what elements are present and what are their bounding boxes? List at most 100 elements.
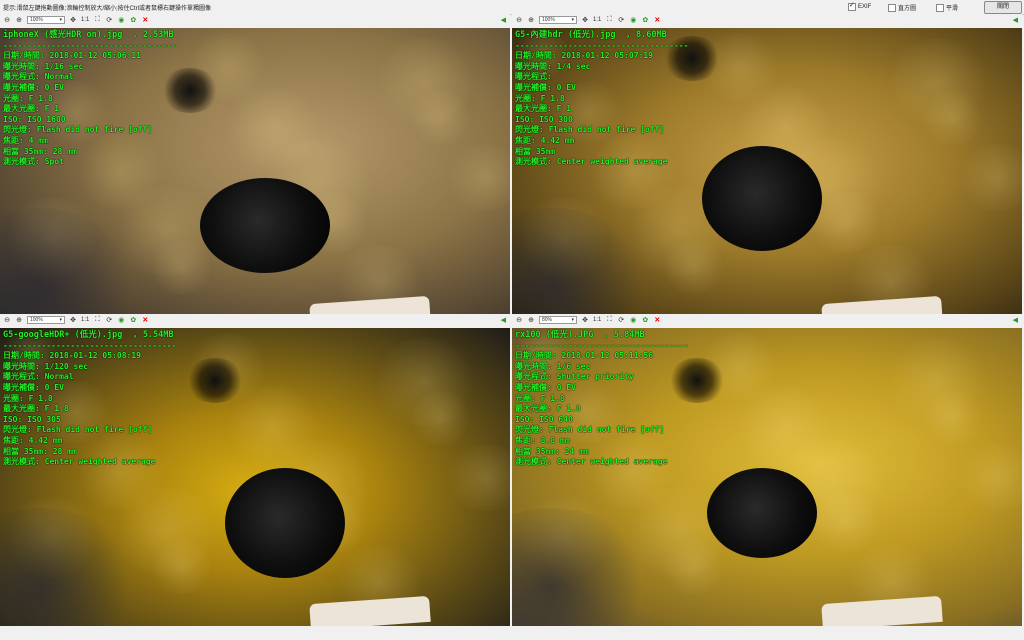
zoom-in-icon[interactable]: ⊕	[15, 16, 23, 24]
image-pane-top-right[interactable]: ⊖ ⊕ 100% ▾ ✥ 1:1 ⛶ ⟳ ◉ ✿ ✕ ◀ G5-內建hdr (低光).jpg , 8.6…	[512, 14, 1022, 326]
exif-line: 光圈: F 1.8	[3, 393, 53, 403]
exif-line: 曝光時間: 1/16 sec	[3, 61, 84, 71]
exif-filename: rx100 (低光).JPG , 5.84MB	[515, 330, 645, 340]
exif-line: ISO: ISO 640	[515, 414, 573, 424]
exif-line: 曝光補償: 0 EV	[3, 382, 64, 392]
exif-line: ISO: ISO 300	[515, 114, 573, 124]
image-pane-top-left[interactable]: ⊖ ⊕ 100% ▾ ✥ 1:1 ⛶ ⟳ ◉ ✿ ✕ ◀ iphoneX (感光HDR on).jpg …	[0, 14, 510, 326]
rotate-icon[interactable]: ⟳	[617, 316, 625, 324]
zoom-select[interactable]: 80% ▾	[539, 316, 577, 324]
exif-line: 曝光程式: Shutter priority	[515, 372, 634, 382]
zoom-out-icon[interactable]: ⊖	[3, 16, 11, 24]
fit-icon[interactable]: ⛶	[93, 16, 101, 24]
zoom-out-icon[interactable]: ⊖	[3, 316, 11, 324]
exif-separator: ------------------------------------	[3, 340, 177, 350]
exif-checkbox[interactable]: EXIF	[848, 1, 871, 11]
fur-texture	[660, 240, 728, 295]
zoom-in-icon[interactable]: ⊕	[527, 16, 535, 24]
photo-canvas[interactable]: iphoneX (感光HDR on).jpg , 2.53MB ---------…	[0, 28, 510, 326]
exif-line: 曝光時間: 1/4 sec	[515, 61, 591, 71]
close-button[interactable]: 關閉	[984, 1, 1022, 14]
delete-icon[interactable]: ✕	[653, 316, 661, 324]
zoom-out-icon[interactable]: ⊖	[515, 316, 523, 324]
exif-separator: ------------------------------------	[515, 40, 689, 50]
actual-size-button[interactable]: 1:1	[593, 317, 601, 323]
exif-line: 日期/時間: 2018-01-12 05:08:19	[3, 351, 141, 361]
actual-size-button[interactable]: 1:1	[81, 17, 89, 23]
exif-line: 最大光圈: F 1.8	[3, 404, 69, 414]
exif-separator: ------------------------------------	[515, 340, 689, 350]
color-icon[interactable]: ◉	[629, 316, 637, 324]
palette-icon[interactable]: ✿	[129, 316, 137, 324]
move-icon[interactable]: ✥	[69, 16, 77, 24]
zoom-in-icon[interactable]: ⊕	[527, 316, 535, 324]
exif-checkbox-box[interactable]	[848, 1, 856, 11]
smooth-checkbox[interactable]: 平滑	[936, 3, 958, 12]
actual-size-button[interactable]: 1:1	[593, 17, 601, 23]
fur-texture	[407, 91, 474, 145]
fur-texture	[956, 444, 1022, 512]
exif-line: 焦距: 4.42 mm	[515, 135, 575, 145]
photo-canvas[interactable]: G5-googleHDR+ (低光).jpg , 5.54MB ---------…	[0, 328, 510, 626]
image-pane-bottom-left[interactable]: ⊖ ⊕ 100% ▾ ✥ 1:1 ⛶ ⟳ ◉ ✿ ✕ ◀ G5-googleHDR+ (低光).jpg …	[0, 314, 510, 626]
exif-line: 光圈: F 1.8	[515, 93, 565, 103]
fit-icon[interactable]: ⛶	[93, 316, 101, 324]
hint-text: 提示:滑鼠左鍵拖動圖像;滾輪控制放大/縮小;按住Ctrl或者鼠標右鍵操作單獨圖像	[3, 6, 212, 12]
zoom-value: 80%	[542, 317, 553, 323]
back-arrow-icon[interactable]: ◀	[501, 16, 506, 24]
zoom-out-icon[interactable]: ⊖	[515, 16, 523, 24]
move-icon[interactable]: ✥	[581, 316, 589, 324]
delete-icon[interactable]: ✕	[141, 316, 149, 324]
zoom-in-icon[interactable]: ⊕	[15, 316, 23, 324]
photo-canvas[interactable]: rx100 (低光).JPG , 5.84MB -----------------…	[512, 328, 1022, 626]
palette-icon[interactable]: ✿	[129, 16, 137, 24]
exif-overlay: rx100 (低光).JPG , 5.84MB -----------------…	[515, 330, 688, 468]
smooth-checkbox-box[interactable]	[936, 3, 944, 12]
rotate-icon[interactable]: ⟳	[105, 316, 113, 324]
exif-line: 日期/時間: 2018-01-12 05:07:19	[515, 51, 653, 61]
back-arrow-icon[interactable]: ◀	[1013, 316, 1018, 324]
histogram-checkbox[interactable]: 直方圖	[888, 3, 916, 12]
back-arrow-icon[interactable]: ◀	[1013, 16, 1018, 24]
exif-separator: ------------------------------------	[3, 40, 177, 50]
zoom-select[interactable]: 100% ▾	[539, 16, 577, 24]
fur-texture	[444, 144, 510, 212]
palette-icon[interactable]: ✿	[641, 316, 649, 324]
chevron-down-icon: ▾	[59, 317, 62, 323]
rotate-icon[interactable]: ⟳	[105, 16, 113, 24]
exif-line: 相當 35mm	[515, 146, 556, 156]
exif-line: 測光模式: Center weighted average	[515, 457, 668, 467]
exif-line: 最大光圈: F 1	[515, 104, 572, 114]
chevron-down-icon: ▾	[571, 17, 574, 23]
fur-texture	[444, 444, 510, 512]
color-icon[interactable]: ◉	[117, 316, 125, 324]
move-icon[interactable]: ✥	[581, 16, 589, 24]
exif-line: 曝光程式:	[515, 72, 552, 82]
fit-icon[interactable]: ⛶	[605, 16, 613, 24]
delete-icon[interactable]: ✕	[653, 16, 661, 24]
rotate-icon[interactable]: ⟳	[617, 16, 625, 24]
exif-line: 日期/時間: 2018-01-12 05:11:56	[515, 351, 653, 361]
zoom-select[interactable]: 100% ▾	[27, 316, 65, 324]
palette-icon[interactable]: ✿	[641, 16, 649, 24]
photo-canvas[interactable]: G5-內建hdr (低光).jpg , 8.60MB --------------…	[512, 28, 1022, 326]
color-icon[interactable]: ◉	[629, 16, 637, 24]
fit-icon[interactable]: ⛶	[605, 316, 613, 324]
actual-size-button[interactable]: 1:1	[81, 317, 89, 323]
exif-filename: G5-googleHDR+ (低光).jpg , 5.54MB	[3, 330, 174, 340]
image-pane-bottom-right[interactable]: ⊖ ⊕ 80% ▾ ✥ 1:1 ⛶ ⟳ ◉ ✿ ✕ ◀ rx100 (低光).JPG , 5.84MB -…	[512, 314, 1022, 626]
histogram-checkbox-box[interactable]	[888, 3, 896, 12]
bear-nose	[702, 146, 822, 251]
book-corner	[821, 595, 943, 626]
color-icon[interactable]: ◉	[117, 16, 125, 24]
zoom-select[interactable]: 100% ▾	[27, 16, 65, 24]
exif-line: 曝光補償: 0 EV	[515, 382, 576, 392]
exif-line: ISO: ISO 305	[3, 414, 61, 424]
delete-icon[interactable]: ✕	[141, 16, 149, 24]
move-icon[interactable]: ✥	[69, 316, 77, 324]
back-arrow-icon[interactable]: ◀	[501, 316, 506, 324]
pane-toolbar: ⊖ ⊕ 80% ▾ ✥ 1:1 ⛶ ⟳ ◉ ✿ ✕ ◀	[512, 314, 1022, 326]
exif-line: 閃光燈: Flash did not fire [off]	[515, 125, 665, 135]
pane-toolbar: ⊖ ⊕ 100% ▾ ✥ 1:1 ⛶ ⟳ ◉ ✿ ✕ ◀	[512, 14, 1022, 26]
bear-nose	[707, 468, 817, 558]
